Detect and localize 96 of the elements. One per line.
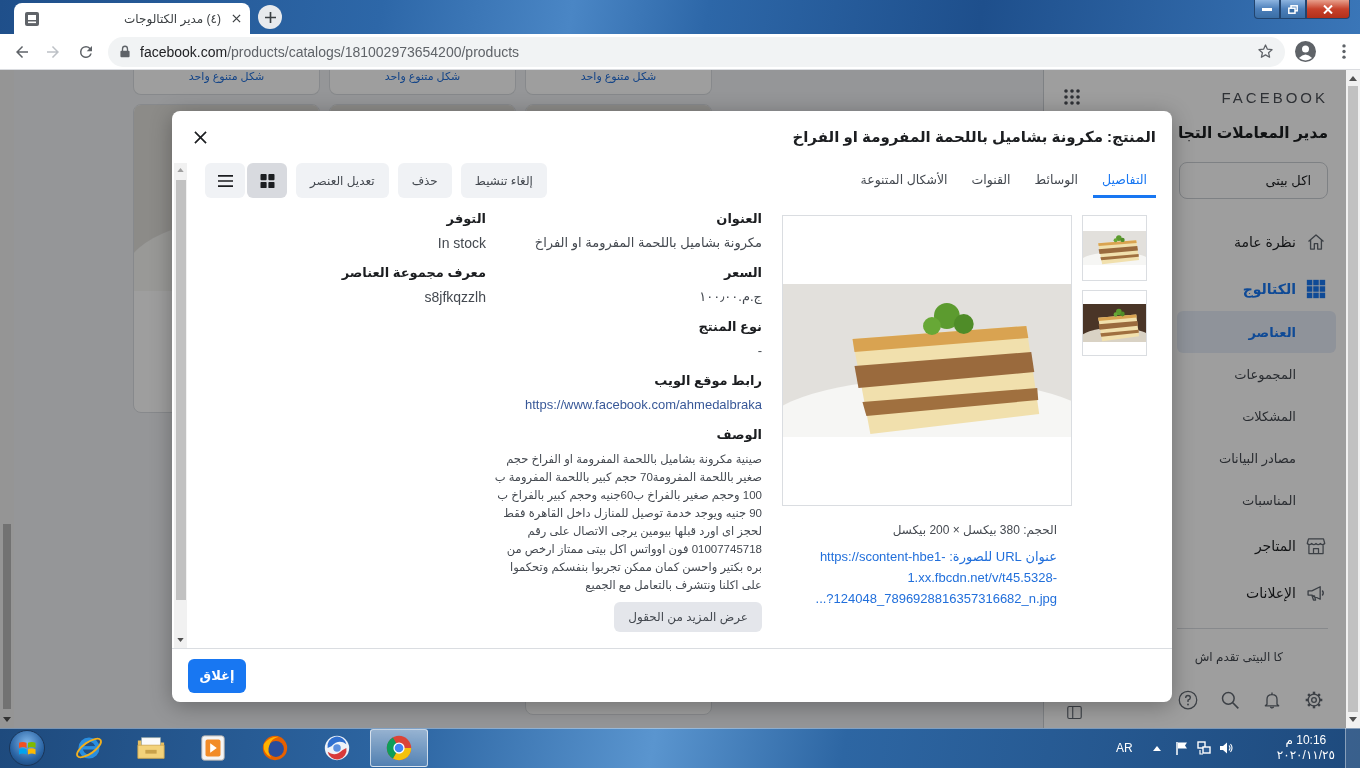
bell-icon[interactable] xyxy=(1262,690,1282,710)
list-view-button[interactable] xyxy=(205,163,245,198)
nav-item[interactable]: المتاجر xyxy=(1254,524,1336,568)
app-grid-icon[interactable] xyxy=(1063,88,1081,106)
nav-subitem[interactable]: مصادر البيانات xyxy=(1218,437,1296,479)
dialog-tab[interactable]: الأشكال المتنوعة xyxy=(851,163,957,198)
nav-item[interactable]: الإعلانات xyxy=(1246,571,1336,615)
image-size-text: الحجم: 380 بيكسل × 200 بيكسل xyxy=(892,522,1057,538)
scroll-up-icon[interactable] xyxy=(1349,76,1357,81)
list-icon xyxy=(217,173,233,188)
show-more-button[interactable]: عرض المزيد من الحقول xyxy=(614,602,762,632)
scrollbar-thumb[interactable] xyxy=(175,180,186,600)
brand-wordmark: FACEBOOK xyxy=(1221,88,1328,106)
photo-placeholder xyxy=(1083,304,1146,342)
chevron-up-icon[interactable] xyxy=(1152,745,1161,751)
field-label: رابط موقع الويب xyxy=(654,372,762,390)
sidebar-footer-text: كا البيتى تقدم اش xyxy=(1194,650,1283,664)
minimize-button[interactable] xyxy=(1254,0,1280,19)
start-button[interactable] xyxy=(9,730,45,766)
nav-subitem[interactable]: المناسبات xyxy=(1242,479,1296,521)
settings-icon[interactable] xyxy=(1304,690,1324,710)
action-button[interactable]: إلغاء تنشيط xyxy=(460,163,547,198)
flag-icon[interactable] xyxy=(1174,741,1189,755)
variant-link[interactable]: شكل متنوع واحد xyxy=(188,70,265,82)
home-icon xyxy=(1306,232,1326,252)
grid-icon xyxy=(259,173,275,188)
nav-subitem[interactable]: المجموعات xyxy=(1234,353,1296,395)
new-tab-button[interactable] xyxy=(258,5,282,29)
field-label: الوصف xyxy=(716,426,762,444)
help-icon[interactable] xyxy=(1178,690,1198,710)
account-dropdown[interactable]: اكل بيتى xyxy=(1179,162,1328,199)
action-button[interactable]: تعديل العنصر xyxy=(296,163,389,198)
bookmark-star-icon[interactable] xyxy=(1257,43,1274,60)
field-value: - xyxy=(757,342,762,360)
browser-icon xyxy=(260,733,290,763)
windows-flag-icon xyxy=(17,739,37,757)
media-player-icon xyxy=(198,733,228,763)
field-value: مكرونة بشاميل باللحمة المفرومة او الفراخ xyxy=(534,234,762,252)
megaphone-icon xyxy=(1306,583,1326,603)
image-thumbnail[interactable] xyxy=(1082,215,1147,281)
plus-icon xyxy=(264,11,276,23)
image-thumbnail[interactable] xyxy=(1082,290,1147,356)
restore-icon xyxy=(1288,4,1298,14)
close-icon[interactable] xyxy=(232,14,241,23)
scrollbar-thumb[interactable] xyxy=(3,524,11,709)
language-indicator[interactable]: AR xyxy=(1116,741,1133,755)
nav-item[interactable]: نظرة عامة xyxy=(1234,220,1336,264)
field-label: التوفر xyxy=(446,210,486,228)
field-value: In stock xyxy=(437,234,486,252)
dialog-tab[interactable]: القنوات xyxy=(962,163,1020,198)
field-label: السعر xyxy=(724,264,762,282)
avatar-icon[interactable] xyxy=(1295,41,1316,62)
grid-icon xyxy=(1306,279,1326,299)
network-icon[interactable] xyxy=(1196,741,1211,755)
action-button[interactable]: حذف xyxy=(397,163,452,198)
clock-date: ٢٠٢٠/١١/٢٥ xyxy=(1276,748,1335,763)
browser-icon xyxy=(384,733,414,763)
scroll-down-icon[interactable] xyxy=(177,638,184,642)
scroll-down-icon[interactable] xyxy=(3,717,11,722)
grid-view-button[interactable] xyxy=(247,163,287,198)
photo-placeholder xyxy=(1083,231,1146,265)
page-icon xyxy=(24,10,40,27)
taskbar-app-button[interactable] xyxy=(370,729,428,767)
nav-subitem[interactable]: المشكلات xyxy=(1242,395,1296,437)
scroll-down-icon[interactable] xyxy=(1349,717,1357,722)
restore-button[interactable] xyxy=(1280,0,1306,19)
variant-link[interactable]: شكل متنوع واحد xyxy=(580,70,657,82)
dialog-title: المنتج: مكرونة بشاميل باللحمة المفرومة او الفراخ xyxy=(792,128,1156,146)
search-icon[interactable] xyxy=(1220,690,1240,710)
close-button[interactable]: إغلاق xyxy=(188,658,246,693)
scrollbar-thumb[interactable] xyxy=(1348,86,1358,712)
lock-icon xyxy=(120,45,130,58)
field-label: العنوان xyxy=(716,210,762,228)
close-icon xyxy=(1323,4,1333,14)
image-url-link[interactable]: عنوان URL للصورة: https://scontent-hbe1-1.xx.fbcdn.net/v/t45.5328-124048_7896928816357316682_n.jpg?... xyxy=(795,546,1057,609)
field-label: نوع المنتج xyxy=(698,318,762,336)
close-window-button[interactable] xyxy=(1306,0,1350,19)
field-label: معرف مجموعة العناصر xyxy=(341,264,486,282)
variant-link[interactable]: شكل متنوع واحد xyxy=(384,70,461,82)
sidebar-title: مدير المعاملات التجا xyxy=(1177,123,1328,143)
field-value: ج.م.١٠٠٫٠٠ xyxy=(699,288,762,306)
store-icon xyxy=(1306,536,1326,556)
swirl-icon xyxy=(322,733,352,763)
panel-icon[interactable] xyxy=(1066,704,1083,721)
speaker-icon[interactable] xyxy=(1218,741,1233,755)
close-icon[interactable] xyxy=(194,130,207,144)
website-link[interactable]: https://www.facebook.com/ahmedalbraka xyxy=(525,396,762,414)
clock-time: 10:16 م xyxy=(1285,733,1327,748)
address-bar[interactable]: facebook.com/products/catalogs/181002973654200/products xyxy=(108,36,1285,67)
menu-icon[interactable] xyxy=(1342,44,1346,59)
dialog-tab[interactable]: الوسائط xyxy=(1025,163,1087,198)
browser-tab[interactable]: (٤) مدير الكتالوجات xyxy=(14,3,250,34)
url-text: facebook.com/products/catalogs/181002973654200/products xyxy=(140,43,520,60)
description-text: صينية مكرونة بشاميل باللحمة المفرومة او الفراخ حجم صغير باللحمة المفرومة70 حجم كبير باللحمة المفرومة ب 100 وحجم صغير بالفراخ ب60جنيه وحجم كبير بالفراخ ب 90 جنيه ويوجد خدمة توصيل للمنازل داخل القاهرة فقط لحجز اى اورد قبلها بيومين يرجى الاتصال على رقم 01007745718 فون اوواتس اكل بيتى ممتاز ارخص من بره بكتير واحسن كمان ممكن تجربوا بنفسكم وتحكموا على اكلنا ونتشرف بالتعامل مع الجميع xyxy=(493,452,762,594)
dialog-tab[interactable]: التفاصيل xyxy=(1092,163,1156,198)
field-value: s8jfkqzzlh xyxy=(424,288,486,306)
